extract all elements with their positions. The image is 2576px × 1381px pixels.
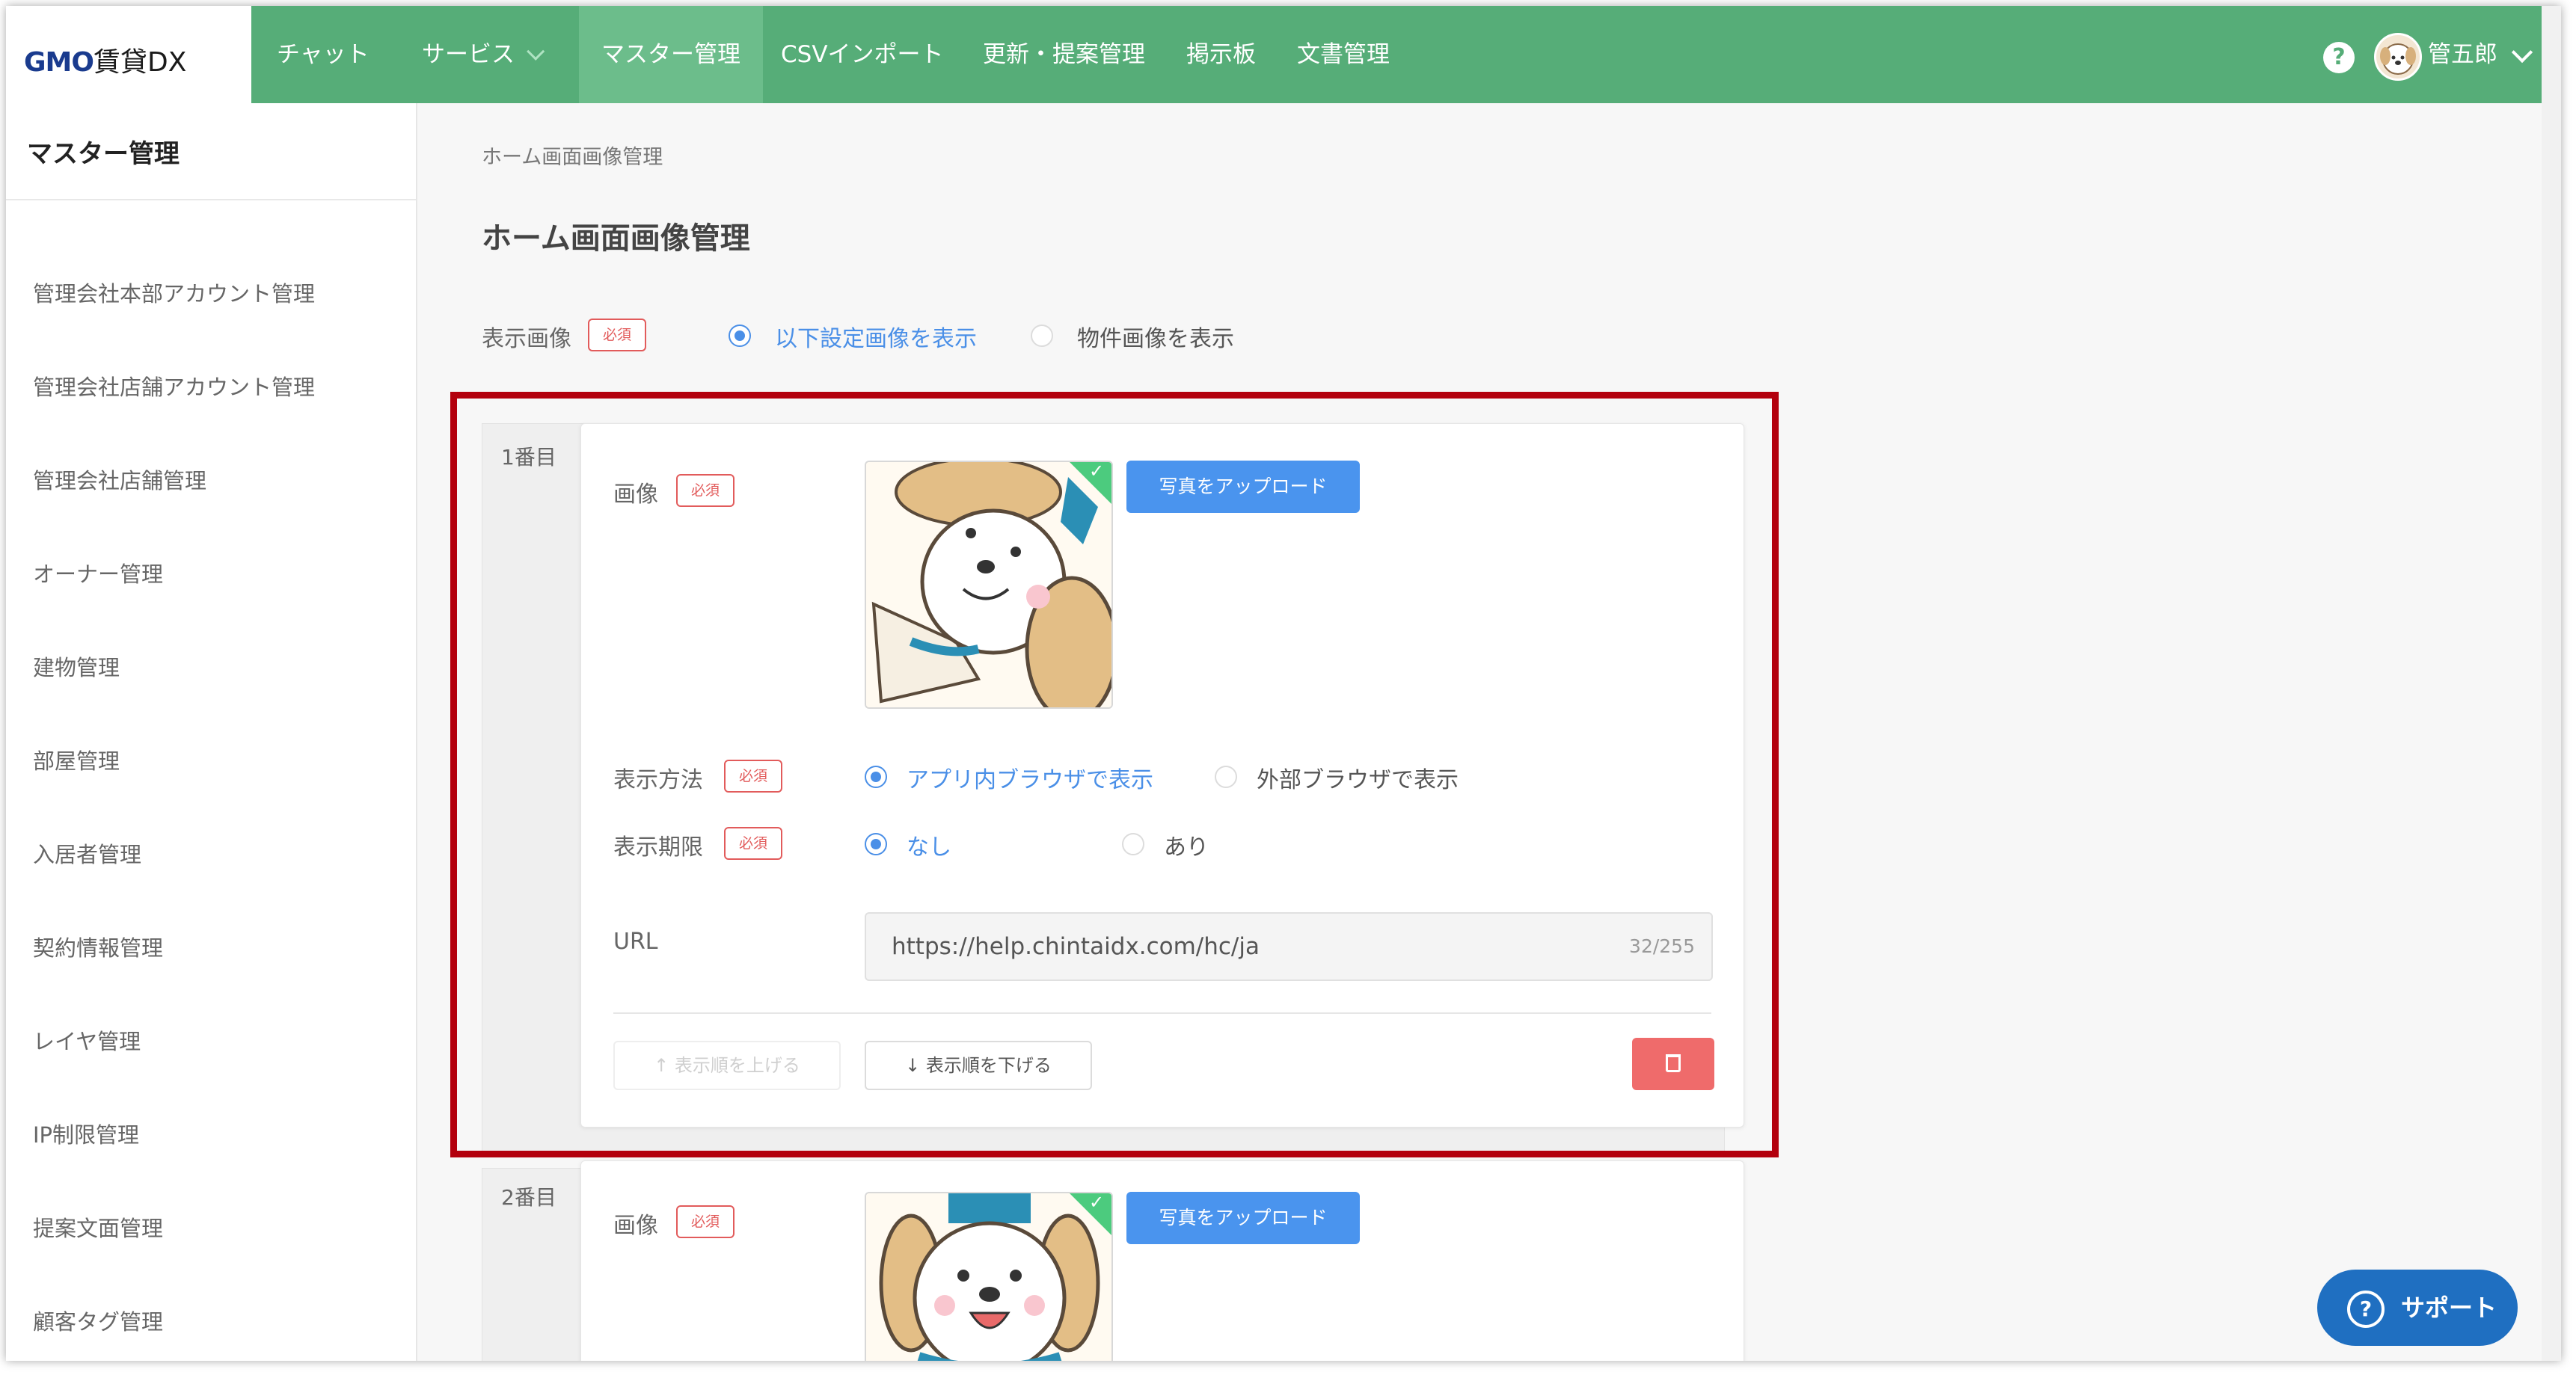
scrollbar[interactable] xyxy=(2542,6,2561,1361)
logo-product: 賃貸DX xyxy=(93,47,187,78)
main-content: ホーム画面画像管理 ホーム画面画像管理 表示画像 必須 以下設定画像を表示 物件… xyxy=(417,103,2561,1361)
required-badge: 必須 xyxy=(588,319,647,351)
chevron-down-icon[interactable] xyxy=(2511,41,2533,64)
radio-show-property-image[interactable] xyxy=(1031,325,1053,347)
nav-service-label: サービス xyxy=(422,41,515,68)
top-header: GMO賃貸DX チャット サービス マスター管理 CSVインポート 更新・提案管… xyxy=(6,6,2542,103)
breadcrumb: ホーム画面画像管理 xyxy=(482,146,663,169)
sidebar-item-contract[interactable]: 契約情報管理 xyxy=(33,931,163,962)
support-button[interactable]: ? サポート xyxy=(2317,1270,2518,1346)
nav-service[interactable]: サービス xyxy=(422,6,545,103)
support-label: サポート xyxy=(2401,1294,2497,1322)
sidebar: マスター管理 管理会社本部アカウント管理 管理会社店舗アカウント管理 管理会社店… xyxy=(6,103,417,1361)
radio-show-set-image[interactable] xyxy=(729,325,751,347)
option-show-property-image[interactable]: 物件画像を表示 xyxy=(1077,320,1234,353)
nav-documents-label: 文書管理 xyxy=(1297,41,1390,68)
entry-2-upload-button[interactable]: 写真をアップロード xyxy=(1126,1192,1360,1244)
display-image-label: 表示画像 xyxy=(482,326,571,352)
nav-documents[interactable]: 文書管理 xyxy=(1297,6,1390,103)
entry-2-order: 2番目 xyxy=(501,1185,556,1210)
sidebar-item-owner[interactable]: オーナー管理 xyxy=(33,557,163,588)
nav-chat[interactable]: チャット xyxy=(277,6,369,103)
nav-renewal[interactable]: 更新・提案管理 xyxy=(983,6,1145,103)
sidebar-item-ip-limit[interactable]: IP制限管理 xyxy=(33,1118,139,1149)
entry-2-card xyxy=(580,1160,1744,1361)
user-name[interactable]: 管五郎 xyxy=(2428,6,2497,103)
nav-master[interactable]: マスター管理 xyxy=(579,6,763,103)
entry-2-image-thumbnail[interactable] xyxy=(865,1192,1113,1361)
sidebar-item-proposal-text[interactable]: 提案文面管理 xyxy=(33,1211,163,1243)
sidebar-item-layer[interactable]: レイヤ管理 xyxy=(33,1024,141,1056)
nav-renewal-label: 更新・提案管理 xyxy=(983,41,1145,68)
sidebar-item-store[interactable]: 管理会社店舗管理 xyxy=(33,464,206,495)
avatar-dog-icon xyxy=(2380,43,2416,75)
logo: GMO賃貸DX xyxy=(24,40,186,79)
page-title: ホーム画面画像管理 xyxy=(482,221,750,256)
chevron-down-icon xyxy=(527,42,545,61)
help-icon: ? xyxy=(2347,1291,2385,1328)
option-show-set-image[interactable]: 以下設定画像を表示 xyxy=(775,320,977,353)
entry-2-image-label: 画像 xyxy=(613,1213,658,1239)
help-icon[interactable]: ? xyxy=(2323,42,2355,73)
nav-board[interactable]: 掲示板 xyxy=(1186,6,1256,103)
nav-csv-import-label: CSVインポート xyxy=(781,41,944,68)
logo-area[interactable]: GMO賃貸DX xyxy=(6,6,251,103)
sidebar-item-room[interactable]: 部屋管理 xyxy=(33,744,120,775)
required-badge: 必須 xyxy=(676,1205,735,1238)
sidebar-item-hq-account[interactable]: 管理会社本部アカウント管理 xyxy=(33,277,315,308)
nav-csv-import[interactable]: CSVインポート xyxy=(781,6,944,103)
sidebar-item-store-account[interactable]: 管理会社店舗アカウント管理 xyxy=(33,370,315,402)
avatar[interactable] xyxy=(2374,33,2422,81)
app-window: GMO賃貸DX チャット サービス マスター管理 CSVインポート 更新・提案管… xyxy=(6,6,2561,1361)
sidebar-divider xyxy=(6,199,416,200)
nav-board-label: 掲示板 xyxy=(1186,41,1256,68)
nav-chat-label: チャット xyxy=(277,41,369,68)
check-icon xyxy=(1070,1193,1111,1235)
sidebar-item-resident[interactable]: 入居者管理 xyxy=(33,837,141,869)
sidebar-title: マスター管理 xyxy=(27,139,180,169)
nav-master-label: マスター管理 xyxy=(601,41,740,68)
logo-brand: GMO xyxy=(24,47,94,78)
sidebar-item-building[interactable]: 建物管理 xyxy=(33,650,120,682)
sidebar-item-customer-tag[interactable]: 顧客タグ管理 xyxy=(33,1305,163,1336)
highlight-box xyxy=(450,392,1779,1157)
